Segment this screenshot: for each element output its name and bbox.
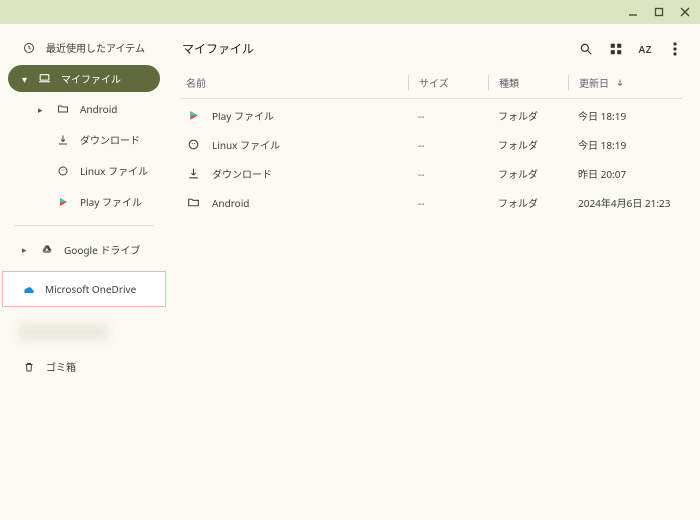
col-kind[interactable]: 種類 (488, 75, 568, 90)
window-close-button[interactable] (678, 5, 692, 19)
sidebar-myfiles[interactable]: ▾ マイファイル (8, 65, 160, 92)
col-size[interactable]: サイズ (408, 75, 488, 90)
file-size: -- (408, 196, 488, 210)
main-panel: マイファイル AZ 名前 サイズ 種類 更新日 (168, 24, 700, 520)
search-icon[interactable] (579, 42, 593, 56)
sidebar-item-label: ゴミ箱 (46, 359, 76, 374)
sidebar-item-onedrive[interactable]: Microsoft OneDrive (2, 271, 166, 307)
sidebar-item-gdrive[interactable]: ▸ Google ドライブ (8, 236, 160, 263)
file-size: -- (408, 138, 488, 152)
window-minimize-button[interactable] (626, 5, 640, 19)
sidebar-item-android[interactable]: ▸ Android (8, 96, 160, 122)
grid-view-icon[interactable] (609, 42, 623, 56)
page-title: マイファイル (182, 40, 254, 57)
file-date: 今日 18:19 (568, 137, 678, 152)
sidebar-blurred-item (18, 323, 108, 341)
column-headers: 名前 サイズ 種類 更新日 (180, 71, 682, 96)
sidebar-item-label: Microsoft OneDrive (45, 282, 136, 296)
gdrive-icon (40, 243, 54, 257)
sidebar: 最近使用したアイテム ▾ マイファイル ▸ Android ダウンロード (0, 24, 168, 520)
linux-icon (56, 164, 70, 178)
divider (14, 225, 154, 226)
file-list: Play ファイル--フォルダ今日 18:19Linux ファイル--フォルダ今… (180, 101, 682, 217)
sidebar-item-label: ダウンロード (80, 132, 140, 147)
laptop-icon (37, 72, 51, 86)
file-kind: フォルダ (488, 166, 568, 181)
chevron-right-icon: ▸ (38, 103, 46, 116)
file-kind: フォルダ (488, 195, 568, 210)
file-name: Android (212, 196, 249, 210)
file-size: -- (408, 109, 488, 123)
play-icon (56, 195, 70, 209)
chevron-down-icon: ▾ (22, 72, 27, 86)
play-icon (186, 109, 200, 123)
sidebar-item-play[interactable]: Play ファイル (8, 188, 160, 215)
file-date: 今日 18:19 (568, 108, 678, 123)
file-date: 昨日 20:07 (568, 166, 678, 181)
file-name: Play ファイル (212, 108, 274, 123)
linux-icon (186, 138, 200, 152)
sidebar-recent-label: 最近使用したアイテム (46, 40, 145, 55)
sidebar-item-label: Play ファイル (80, 194, 142, 209)
file-name: Linux ファイル (212, 137, 280, 152)
file-size: -- (408, 167, 488, 181)
chevron-right-icon: ▸ (22, 243, 30, 256)
sidebar-item-label: Linux ファイル (80, 163, 148, 178)
divider (180, 98, 682, 99)
folder-icon (186, 196, 200, 210)
sidebar-myfiles-label: マイファイル (61, 71, 121, 86)
folder-icon (56, 102, 70, 116)
titlebar (0, 0, 700, 24)
sort-button[interactable]: AZ (639, 42, 652, 56)
sidebar-item-trash[interactable]: ゴミ箱 (8, 353, 160, 380)
sidebar-item-label: Android (80, 102, 117, 116)
file-name: ダウンロード (212, 166, 272, 181)
sidebar-item-linux[interactable]: Linux ファイル (8, 157, 160, 184)
onedrive-icon (21, 282, 35, 296)
download-icon (56, 133, 70, 147)
file-kind: フォルダ (488, 137, 568, 152)
clock-icon (22, 41, 36, 55)
table-row[interactable]: Play ファイル --フォルダ今日 18:19 (180, 101, 682, 130)
sidebar-item-downloads[interactable]: ダウンロード (8, 126, 160, 153)
more-icon[interactable] (668, 42, 682, 56)
window-maximize-button[interactable] (652, 5, 666, 19)
file-date: 2024年4月6日 21:23 (568, 195, 678, 210)
arrow-down-icon (613, 76, 627, 90)
download-icon (186, 167, 200, 181)
col-name[interactable]: 名前 (184, 75, 408, 90)
file-kind: フォルダ (488, 108, 568, 123)
table-row[interactable]: ダウンロード --フォルダ昨日 20:07 (180, 159, 682, 188)
table-row[interactable]: Android --フォルダ2024年4月6日 21:23 (180, 188, 682, 217)
sidebar-item-label: Google ドライブ (64, 242, 140, 257)
trash-icon (22, 360, 36, 374)
table-row[interactable]: Linux ファイル --フォルダ今日 18:19 (180, 130, 682, 159)
sidebar-recent[interactable]: 最近使用したアイテム (8, 34, 160, 61)
col-date[interactable]: 更新日 (568, 75, 678, 90)
